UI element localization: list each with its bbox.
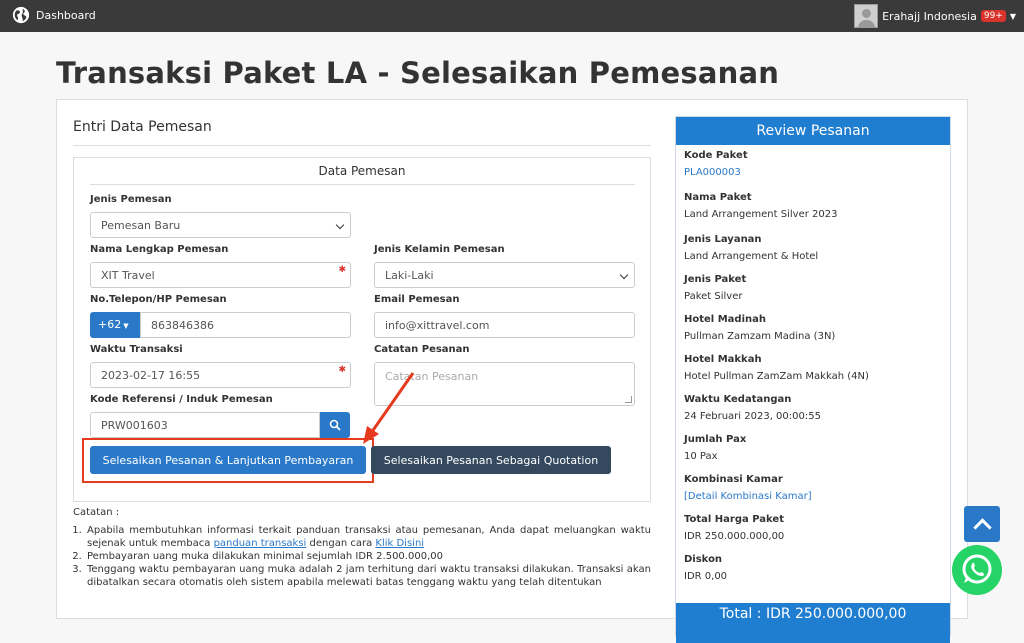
waktu-transaksi-label: Waktu Transaksi: [90, 344, 183, 355]
kode-referensi-value: PRW001603: [101, 419, 168, 432]
whatsapp-button[interactable]: [952, 545, 1002, 595]
finish-as-quotation-button[interactable]: Selesaikan Pesanan Sebagai Quotation: [371, 446, 611, 474]
user-menu[interactable]: Erahajj Indonesia 99+ ▼: [854, 4, 1016, 28]
telepon-value: 863846386: [151, 319, 214, 332]
review-key: Hotel Makkah: [684, 354, 762, 365]
review-key: Jenis Paket: [684, 274, 747, 285]
divider: [73, 145, 651, 146]
jenis-pemesan-label: Jenis Pemesan: [90, 194, 172, 205]
data-pemesan-title: Data Pemesan: [318, 164, 406, 178]
catatan-text: dengan cara: [306, 538, 376, 549]
email-value: info@xittravel.com: [385, 319, 490, 332]
catatan-title: Catatan :: [73, 507, 120, 518]
nama-lengkap-input[interactable]: XIT Travel ✱: [90, 262, 351, 288]
review-value: Hotel Pullman ZamZam Makkah (4N): [684, 371, 869, 382]
review-value: Land Arrangement & Hotel: [684, 251, 819, 262]
entri-title: Entri Data Pemesan: [73, 119, 212, 135]
country-code-value: +62: [98, 318, 122, 331]
review-value: 24 Februari 2023, 00:00:55: [684, 411, 821, 422]
review-value: Land Arrangement Silver 2023: [684, 209, 838, 220]
user-name: Erahajj Indonesia: [882, 9, 977, 23]
review-key: Kode Paket: [684, 150, 748, 161]
review-key: Diskon: [684, 554, 723, 565]
finish-as-quotation-label: Selesaikan Pesanan Sebagai Quotation: [383, 453, 599, 467]
waktu-transaksi-input[interactable]: 2023-02-17 16:55 ✱: [90, 362, 351, 388]
review-total: Total : IDR 250.000.000,00: [676, 603, 950, 643]
review-value: Paket Silver: [684, 291, 743, 302]
review-key: Jenis Layanan: [684, 234, 762, 245]
kode-referensi-input[interactable]: PRW001603: [90, 412, 320, 438]
list-item: Pembayaran uang muka dilakukan minimal s…: [85, 550, 651, 563]
required-icon: ✱: [338, 265, 346, 275]
globe-icon: [12, 6, 30, 24]
search-icon: [329, 419, 341, 431]
jenis-kelamin-select[interactable]: Laki-Laki: [374, 262, 635, 288]
jenis-kelamin-value: Laki-Laki: [385, 269, 434, 282]
top-navbar: Dashboard Erahajj Indonesia 99+ ▼: [0, 0, 1024, 32]
nama-lengkap-label: Nama Lengkap Pemesan: [90, 244, 229, 255]
catatan-pesanan-label: Catatan Pesanan: [374, 344, 470, 355]
email-input[interactable]: info@xittravel.com: [374, 312, 635, 338]
review-key: Nama Paket: [684, 192, 752, 203]
jenis-pemesan-value: Pemesan Baru: [101, 219, 181, 232]
telepon-label: No.Telepon/HP Pemesan: [90, 294, 227, 305]
jenis-kelamin-label: Jenis Kelamin Pemesan: [374, 244, 505, 255]
whatsapp-icon: [962, 554, 992, 584]
divider: [90, 184, 635, 185]
jenis-pemesan-select[interactable]: Pemesan Baru: [90, 212, 351, 238]
review-title: Review Pesanan: [676, 117, 950, 145]
country-code-dropdown[interactable]: +62 ▼: [90, 312, 140, 338]
data-pemesan-box: Data Pemesan Jenis Pemesan Pemesan Baru …: [73, 157, 651, 502]
page-title: Transaksi Paket LA - Selesaikan Pemesana…: [56, 56, 780, 90]
required-icon: ✱: [338, 365, 346, 375]
caret-down-icon: ▼: [1009, 11, 1016, 21]
notification-badge: 99+: [980, 10, 1006, 22]
dashboard-link[interactable]: Dashboard: [12, 6, 96, 24]
review-key: Waktu Kedatangan: [684, 394, 792, 405]
detail-kombinasi-kamar-link[interactable]: [Detail Kombinasi Kamar]: [684, 491, 942, 502]
review-pesanan-panel: Review Pesanan Kode Paket PLA000003 Nama …: [675, 116, 951, 643]
review-value: 10 Pax: [684, 451, 718, 462]
telepon-input[interactable]: 863846386: [140, 312, 351, 338]
waktu-transaksi-value: 2023-02-17 16:55: [101, 369, 201, 382]
catatan-list: Apabila membutuhkan informasi terkait pa…: [85, 524, 651, 589]
review-key: Jumlah Pax: [684, 434, 747, 445]
panduan-transaksi-link[interactable]: panduan transaksi: [214, 538, 307, 549]
main-panel: Entri Data Pemesan Data Pemesan Jenis Pe…: [56, 99, 968, 643]
caret-down-icon: ▼: [123, 322, 129, 330]
review-value: Pullman Zamzam Madina (3N): [684, 331, 836, 342]
review-value: IDR 0,00: [684, 571, 728, 582]
scroll-to-top-button[interactable]: [964, 506, 1000, 542]
klik-disini-link[interactable]: Klik Disini: [375, 538, 424, 549]
email-label: Email Pemesan: [374, 294, 460, 305]
kode-paket-link[interactable]: PLA000003: [684, 167, 942, 178]
list-item: Tenggang waktu pembayaran uang muka adal…: [85, 563, 651, 589]
review-key: Total Harga Paket: [684, 514, 784, 525]
review-value: IDR 250.000.000,00: [684, 531, 785, 542]
list-item: Apabila membutuhkan informasi terkait pa…: [85, 524, 651, 550]
review-key: Kombinasi Kamar: [684, 474, 783, 485]
nama-lengkap-value: XIT Travel: [101, 269, 155, 282]
arrow-icon: [363, 372, 415, 444]
review-key: Hotel Madinah: [684, 314, 766, 325]
catatan-section: Catatan : Apabila membutuhkan informasi …: [73, 506, 651, 589]
search-button[interactable]: [320, 412, 350, 438]
avatar: [854, 4, 879, 28]
dashboard-label: Dashboard: [36, 8, 96, 22]
finish-and-pay-button[interactable]: Selesaikan Pesanan & Lanjutkan Pembayara…: [90, 446, 366, 474]
kode-referensi-label: Kode Referensi / Induk Pemesan: [90, 394, 273, 405]
finish-and-pay-label: Selesaikan Pesanan & Lanjutkan Pembayara…: [102, 453, 354, 467]
